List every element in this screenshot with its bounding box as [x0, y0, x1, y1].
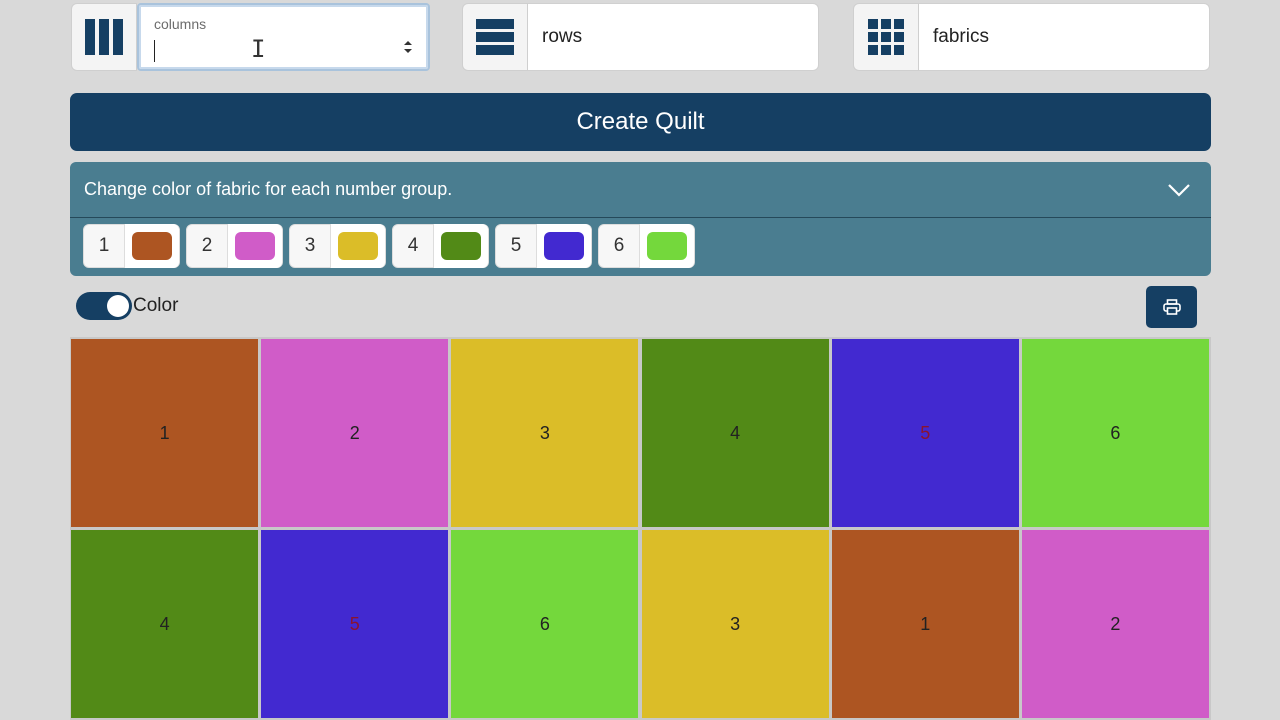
rows-placeholder: rows: [542, 26, 583, 47]
color-picker-6[interactable]: [639, 224, 694, 268]
swatch-number: 6: [613, 235, 625, 256]
color-swatch: [647, 232, 687, 260]
columns-floating-label: columns: [154, 16, 207, 32]
color-toggle-switch[interactable]: [76, 292, 132, 320]
color-swatch: [235, 232, 275, 260]
quilt-cell[interactable]: 4: [641, 339, 829, 527]
color-swatch: [544, 232, 584, 260]
grid-icon: [853, 3, 919, 71]
color-picker-4[interactable]: [433, 224, 488, 268]
quilt-cell[interactable]: 3: [641, 530, 829, 718]
swatch-number: 2: [201, 235, 213, 256]
quilt-grid: 123456456312: [70, 337, 1211, 720]
fabric-color-panel: Change color of fabric for each number g…: [70, 162, 1211, 276]
columns-input[interactable]: columns I: [137, 3, 430, 71]
color-picker-5[interactable]: [536, 224, 591, 268]
quilt-cell[interactable]: 6: [451, 530, 639, 718]
color-swatch: [441, 232, 481, 260]
quilt-cell[interactable]: 5: [261, 530, 449, 718]
create-quilt-button[interactable]: Create Quilt: [70, 93, 1211, 151]
quilt-cell[interactable]: 5: [831, 339, 1019, 527]
quilt-cell[interactable]: 1: [831, 530, 1019, 718]
quilt-cell[interactable]: 6: [1021, 339, 1209, 527]
color-picker-1[interactable]: [124, 224, 179, 268]
rows-icon: [462, 3, 528, 71]
fabrics-placeholder: fabrics: [933, 26, 989, 47]
quilt-cell[interactable]: 3: [451, 339, 639, 527]
swatch-list: 1 2 3 4 5 6: [70, 218, 1211, 274]
printer-icon: [1162, 299, 1181, 315]
swatch-group-6: 6: [598, 224, 695, 268]
color-swatch: [338, 232, 378, 260]
fabrics-input[interactable]: fabrics: [919, 3, 1210, 71]
fabric-color-panel-header[interactable]: Change color of fabric for each number g…: [70, 162, 1211, 218]
color-toggle-label: Color: [133, 295, 179, 316]
fabrics-input-group: fabrics: [853, 3, 1210, 71]
color-picker-2[interactable]: [227, 224, 282, 268]
swatch-group-5: 5: [495, 224, 592, 268]
columns-icon: [71, 3, 137, 71]
swatch-number: 5: [510, 235, 522, 256]
quilt-cell[interactable]: 1: [71, 339, 259, 527]
chevron-down-icon[interactable]: [1167, 183, 1191, 197]
text-caret: [154, 40, 155, 62]
quilt-cell[interactable]: 2: [261, 339, 449, 527]
print-button[interactable]: [1146, 286, 1197, 328]
columns-input-group: columns I: [71, 3, 430, 71]
swatch-group-3: 3: [289, 224, 386, 268]
swatch-group-2: 2: [186, 224, 283, 268]
swatch-group-4: 4: [392, 224, 489, 268]
fabric-color-panel-title: Change color of fabric for each number g…: [84, 179, 453, 199]
text-cursor-icon: I: [251, 35, 266, 63]
swatch-number: 4: [407, 235, 419, 256]
color-toggle-group: Color: [76, 292, 178, 320]
toggle-knob: [107, 295, 129, 317]
rows-input[interactable]: rows: [528, 3, 819, 71]
color-swatch: [132, 232, 172, 260]
color-picker-3[interactable]: [330, 224, 385, 268]
number-spinner-icon[interactable]: [402, 39, 414, 55]
quilt-cell[interactable]: 2: [1021, 530, 1209, 718]
swatch-number: 1: [98, 235, 110, 256]
swatch-group-1: 1: [83, 224, 180, 268]
rows-input-group: rows: [462, 3, 819, 71]
swatch-number: 3: [304, 235, 316, 256]
quilt-cell[interactable]: 4: [71, 530, 259, 718]
